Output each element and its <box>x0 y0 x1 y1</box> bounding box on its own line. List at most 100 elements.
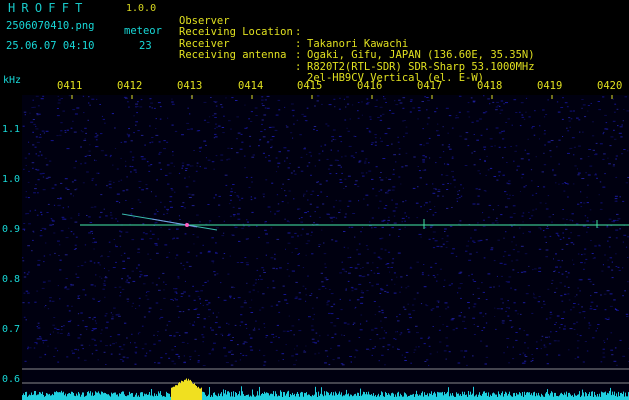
profile-bar <box>576 395 577 400</box>
noise-speck <box>555 266 558 268</box>
noise-speck <box>413 349 417 351</box>
profile-bar <box>189 380 190 400</box>
noise-speck <box>391 143 393 145</box>
noise-speck <box>361 150 364 152</box>
noise-speck <box>164 206 166 208</box>
noise-speck <box>188 295 191 297</box>
noise-speck <box>510 146 512 147</box>
profile-bar <box>98 391 99 400</box>
noise-speck <box>263 114 267 116</box>
noise-speck <box>444 231 446 232</box>
noise-speck <box>485 239 488 241</box>
noise-speck <box>246 341 248 343</box>
noise-speck <box>149 238 153 240</box>
noise-speck <box>300 170 304 172</box>
noise-speck <box>276 324 279 326</box>
noise-speck <box>77 298 80 299</box>
noise-speck <box>38 324 40 326</box>
noise-speck <box>417 118 419 120</box>
noise-speck <box>224 174 228 176</box>
noise-speck <box>591 121 594 123</box>
noise-speck <box>615 364 618 366</box>
profile-bar <box>314 394 315 400</box>
profile-bar <box>479 392 480 400</box>
noise-speck <box>481 282 483 284</box>
noise-speck <box>400 286 403 288</box>
app-version: 1.0.0 <box>126 3 157 14</box>
profile-bar <box>85 396 86 400</box>
noise-speck <box>33 231 35 233</box>
noise-speck <box>244 323 247 325</box>
noise-speck <box>524 253 528 255</box>
profile-bar <box>168 393 169 400</box>
noise-speck <box>555 232 559 234</box>
noise-speck <box>445 358 447 360</box>
noise-speck <box>29 112 31 114</box>
noise-speck <box>154 362 156 364</box>
noise-speck <box>538 248 542 250</box>
profile-bar <box>247 394 248 400</box>
profile-bar <box>606 394 607 400</box>
profile-bar <box>353 395 354 400</box>
profile-bar <box>185 379 186 400</box>
noise-speck <box>99 264 101 266</box>
noise-speck <box>29 210 31 212</box>
noise-speck <box>195 307 198 309</box>
noise-speck <box>177 276 180 278</box>
noise-speck <box>116 193 120 195</box>
noise-speck <box>315 332 318 334</box>
noise-speck <box>504 251 507 253</box>
noise-speck <box>526 153 530 155</box>
noise-speck <box>115 246 118 248</box>
noise-speck <box>67 321 71 323</box>
noise-speck <box>588 149 592 150</box>
profile-bar <box>522 392 523 400</box>
noise-speck <box>502 255 505 257</box>
noise-speck <box>195 255 198 257</box>
noise-speck <box>134 363 137 365</box>
noise-speck <box>60 230 64 232</box>
noise-speck <box>93 316 96 318</box>
noise-speck <box>112 267 116 268</box>
noise-speck <box>44 339 48 341</box>
noise-speck <box>43 132 45 134</box>
noise-speck <box>110 214 113 216</box>
noise-speck <box>432 192 436 194</box>
noise-speck <box>208 315 210 317</box>
profile-bar <box>503 396 504 400</box>
noise-speck <box>100 194 103 196</box>
profile-bar <box>306 392 307 400</box>
noise-speck <box>296 119 299 121</box>
profile-bar <box>108 394 109 400</box>
noise-speck <box>421 101 424 102</box>
noise-speck <box>368 162 370 164</box>
noise-speck <box>140 238 144 240</box>
noise-speck <box>214 101 217 103</box>
noise-speck <box>275 157 278 159</box>
noise-speck <box>163 289 165 291</box>
noise-speck <box>612 120 616 122</box>
noise-speck <box>191 205 195 207</box>
profile-bar <box>519 392 520 400</box>
noise-speck <box>320 191 323 193</box>
profile-bar <box>123 391 124 400</box>
noise-speck <box>96 172 99 174</box>
noise-speck <box>137 264 140 266</box>
profile-bar <box>228 391 229 400</box>
noise-speck <box>27 292 30 294</box>
noise-speck <box>142 223 145 225</box>
noise-speck <box>139 274 143 276</box>
noise-speck <box>42 340 45 342</box>
noise-speck <box>114 127 116 129</box>
noise-speck <box>128 277 131 279</box>
noise-speck <box>350 361 352 363</box>
noise-speck <box>535 156 537 158</box>
noise-speck <box>125 160 127 162</box>
profile-bar <box>119 393 120 400</box>
noise-speck <box>353 322 356 324</box>
noise-speck <box>447 306 450 308</box>
noise-speck <box>218 125 221 127</box>
noise-speck <box>50 300 51 302</box>
noise-speck <box>410 99 413 101</box>
noise-speck <box>340 309 343 311</box>
